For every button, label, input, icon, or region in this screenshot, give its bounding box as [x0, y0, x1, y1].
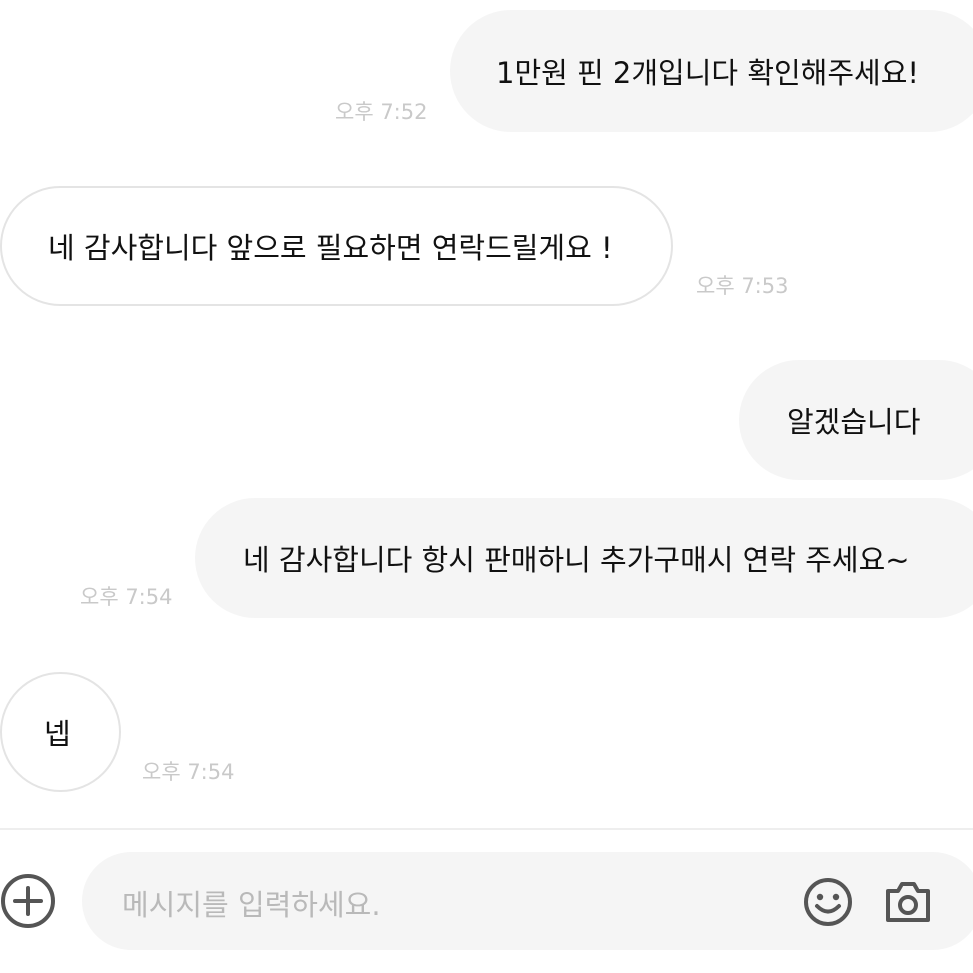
incoming-message-bubble[interactable]: 넵 [0, 672, 121, 792]
outgoing-message-bubble[interactable]: 1만원 핀 2개입니다 확인해주세요! [450, 10, 973, 132]
composer-divider [0, 828, 973, 830]
add-attachment-button[interactable] [0, 873, 56, 929]
message-timestamp: 오후 7:52 [335, 100, 428, 124]
message-text: 1만원 핀 2개입니다 확인해주세요! [496, 56, 920, 90]
message-text: 넵 [44, 717, 71, 751]
message-input-placeholder: 메시지를 입력하세요. [122, 888, 381, 922]
plus-circle-icon [1, 874, 55, 928]
message-timestamp: 오후 7:53 [696, 274, 789, 298]
message-text: 네 감사합니다 앞으로 필요하면 연락드릴게요 ! [48, 231, 613, 265]
message-timestamp: 오후 7:54 [142, 760, 235, 784]
message-timestamp: 오후 7:54 [80, 585, 173, 609]
outgoing-message-bubble[interactable]: 알겠습니다 [739, 360, 973, 480]
smiley-icon [804, 878, 852, 926]
camera-button[interactable] [882, 876, 934, 928]
outgoing-message-bubble[interactable]: 네 감사합니다 항시 판매하니 추가구매시 연락 주세요~ [195, 498, 973, 618]
camera-icon [886, 882, 930, 922]
incoming-message-bubble[interactable]: 네 감사합니다 앞으로 필요하면 연락드릴게요 ! [0, 186, 673, 306]
emoji-button[interactable] [802, 876, 854, 928]
message-text: 네 감사합니다 항시 판매하니 추가구매시 연락 주세요~ [243, 543, 910, 577]
message-input[interactable]: 메시지를 입력하세요. [82, 852, 973, 950]
message-text: 알겠습니다 [787, 405, 921, 439]
chat-screen: 1만원 핀 2개입니다 확인해주세요! 오후 7:52 네 감사합니다 앞으로 … [0, 0, 973, 973]
